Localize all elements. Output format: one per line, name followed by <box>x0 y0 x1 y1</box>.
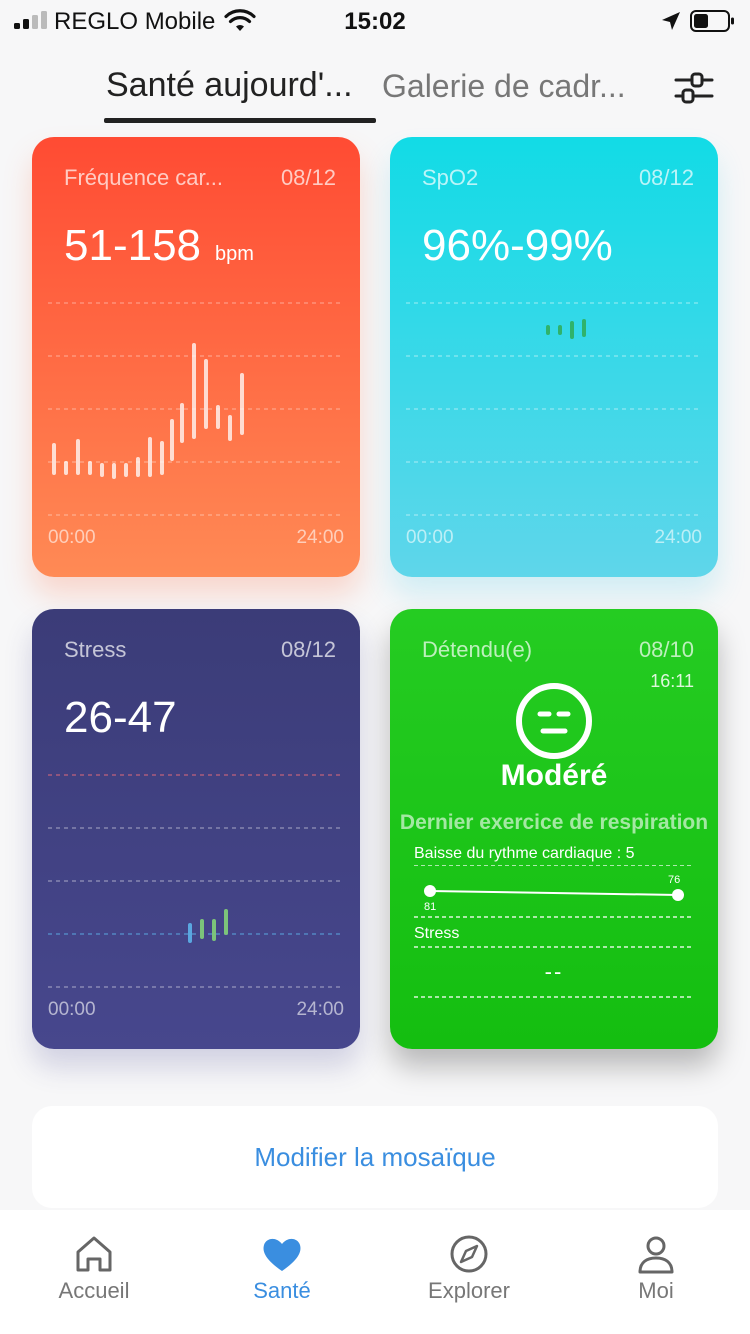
nav-item-me[interactable]: Moi <box>562 1210 750 1334</box>
active-tab-indicator <box>104 118 376 123</box>
card-date: 08/12 <box>280 165 336 190</box>
sliders-icon[interactable] <box>672 66 716 110</box>
stress-chart <box>48 774 344 988</box>
nav-label: Santé <box>253 1278 311 1303</box>
edit-tiles-button[interactable]: Modifier la mosaïque <box>32 1106 718 1208</box>
breathing-exercise-title: Dernier exercice de respiration <box>399 811 709 834</box>
home-icon <box>76 1236 112 1272</box>
tab-health-today[interactable]: Santé aujourd'... <box>106 66 353 105</box>
spo2-range: 96%-99% <box>422 221 613 270</box>
tab-watch-face-gallery[interactable]: Galerie de cadr... <box>382 68 626 105</box>
compass-icon <box>450 1235 488 1273</box>
nav-label: Moi <box>638 1278 674 1303</box>
card-title: Détendu(e) <box>422 637 533 662</box>
mood-label: Modéré <box>500 759 608 792</box>
bottom-navigation: Accueil Santé Explorer Moi <box>0 1210 750 1334</box>
nav-item-explore[interactable]: Explorer <box>375 1210 563 1334</box>
time-axis-end: 24:00 <box>296 527 344 548</box>
nav-item-health[interactable]: Santé <box>188 1210 376 1334</box>
neutral-face-icon <box>516 683 592 759</box>
card-date: 08/10 <box>638 637 694 662</box>
time-axis-end: 24:00 <box>296 999 344 1020</box>
relaxation-card[interactable]: Détendu(e) 08/10 16:11 Modéré Dernier ex… <box>390 609 718 1049</box>
heart-rate-unit: bpm <box>215 243 254 265</box>
heart-rate-card[interactable]: Fréquence car... 08/12 51-158 bpm 00:00 2… <box>32 137 360 577</box>
nav-label: Accueil <box>58 1278 130 1303</box>
status-bar: REGLO Mobile 15:02 <box>0 0 750 42</box>
hr-end-value: 76 <box>668 874 680 886</box>
card-time: 16:11 <box>650 671 694 691</box>
hr-start-value: 81 <box>424 901 436 913</box>
battery-icon <box>690 10 734 32</box>
card-value: 51-158 bpm <box>64 221 254 271</box>
card-title: Fréquence car... <box>64 165 223 190</box>
spo2-card[interactable]: SpO2 08/12 96%-99% 00:00 24:00 <box>390 137 718 577</box>
nav-item-home[interactable]: Accueil <box>0 1210 188 1334</box>
heart-rate-drop-label: Baisse du rythme cardiaque : 5 <box>414 845 635 862</box>
heart-rate-chart <box>48 302 344 516</box>
header-tabs: Santé aujourd'... Galerie de cadr... <box>0 60 750 126</box>
card-title: SpO2 <box>422 165 479 190</box>
time-axis-start: 00:00 <box>406 527 454 548</box>
stress-range: 26-47 <box>64 693 177 742</box>
stress-card[interactable]: Stress 08/12 26-47 00:00 24:00 <box>32 609 360 1049</box>
spo2-chart <box>406 302 702 516</box>
heart-rate-range: 51-158 <box>64 221 202 270</box>
stress-label: Stress <box>414 925 460 942</box>
time-axis-start: 00:00 <box>48 999 96 1020</box>
card-date: 08/12 <box>280 637 336 662</box>
nav-label: Explorer <box>428 1278 510 1303</box>
person-icon <box>638 1236 674 1274</box>
card-title: Stress <box>64 637 127 662</box>
heart-icon <box>263 1238 301 1271</box>
card-date: 08/12 <box>638 165 694 190</box>
time-axis-start: 00:00 <box>48 527 96 548</box>
clock: 15:02 <box>344 8 406 35</box>
stress-value: -- <box>544 959 564 984</box>
time-axis-end: 24:00 <box>654 527 702 548</box>
location-arrow-icon <box>662 12 680 30</box>
